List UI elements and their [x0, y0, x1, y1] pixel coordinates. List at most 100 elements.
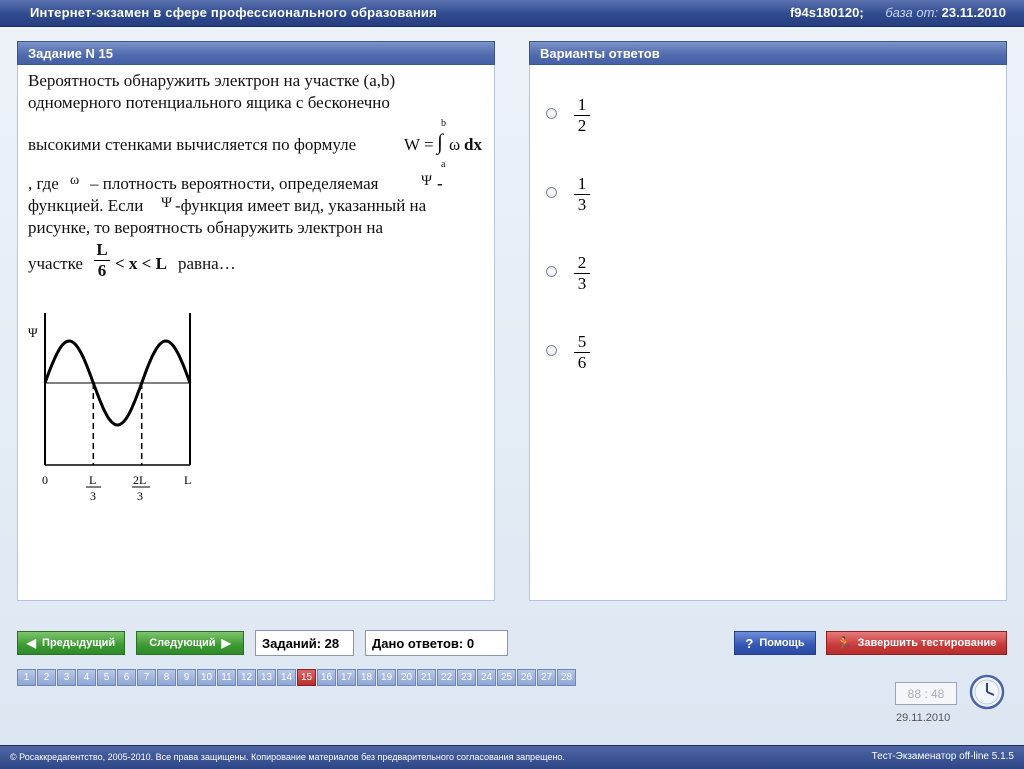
- page-button-20[interactable]: 20: [397, 669, 416, 686]
- origin-label: 0: [42, 473, 48, 487]
- task-panel: Задание N 15 Вероятность обнаружить элек…: [17, 41, 495, 601]
- task-line-1: Вероятность обнаружить электрон на участ…: [28, 71, 396, 90]
- page-button-12[interactable]: 12: [237, 669, 256, 686]
- next-label: Следующий: [149, 637, 216, 649]
- arrow-left-icon: ◀: [26, 636, 37, 650]
- page-button-24[interactable]: 24: [477, 669, 496, 686]
- task-line-4b: – плотность вероятности, определяемая: [90, 174, 379, 193]
- finish-test-button[interactable]: 🏃 Завершить тестирование: [826, 631, 1007, 655]
- help-icon: ?: [745, 635, 754, 651]
- formula-dx: dx: [464, 135, 482, 154]
- tick-2l3-numerator: 2L: [133, 473, 146, 487]
- session-id: f94s180120;: [789, 5, 864, 20]
- page-button-17[interactable]: 17: [337, 669, 356, 686]
- page-button-15[interactable]: 15: [297, 669, 316, 686]
- page-button-8[interactable]: 8: [157, 669, 176, 686]
- page-button-16[interactable]: 16: [317, 669, 336, 686]
- formula-upper-limit: b: [441, 118, 446, 129]
- answer-fraction: 5 6: [574, 332, 590, 373]
- task-title: Задание N 15: [17, 41, 495, 65]
- page-button-13[interactable]: 13: [257, 669, 276, 686]
- page-button-19[interactable]: 19: [377, 669, 396, 686]
- task-line-7a: участке: [28, 254, 83, 273]
- page-button-21[interactable]: 21: [417, 669, 436, 686]
- page-button-7[interactable]: 7: [137, 669, 156, 686]
- next-button[interactable]: Следующий ▶: [136, 631, 244, 655]
- radio-button[interactable]: [546, 266, 557, 277]
- formula-lower-limit: a: [441, 159, 446, 170]
- page-button-4[interactable]: 4: [77, 669, 96, 686]
- answers-panel: Варианты ответов 1 2 1 3 2 3 5 6: [529, 41, 1007, 601]
- answer-fraction: 1 2: [574, 95, 590, 136]
- page-button-9[interactable]: 9: [177, 669, 196, 686]
- page-button-14[interactable]: 14: [277, 669, 296, 686]
- page-button-2[interactable]: 2: [37, 669, 56, 686]
- page-button-1[interactable]: 1: [17, 669, 36, 686]
- omega-symbol: ω: [70, 173, 80, 188]
- page-button-27[interactable]: 27: [537, 669, 556, 686]
- page-button-23[interactable]: 23: [457, 669, 476, 686]
- session-info: f94s180120; база от: 23.11.2010: [790, 5, 1006, 20]
- task-line-4a: , где: [28, 174, 59, 193]
- radio-button[interactable]: [546, 108, 557, 119]
- base-label: база от:: [885, 5, 939, 20]
- page-button-25[interactable]: 25: [497, 669, 516, 686]
- current-date: 29.11.2010: [896, 712, 951, 724]
- interval-expression: < x < L: [115, 254, 167, 273]
- page-button-22[interactable]: 22: [437, 669, 456, 686]
- page-button-10[interactable]: 10: [197, 669, 216, 686]
- tick-2l3-denominator: 3: [137, 489, 143, 503]
- radio-button[interactable]: [546, 187, 557, 198]
- footer: © Росаккредагентство, 2005-2010. Все пра…: [0, 745, 1024, 769]
- answer-fraction: 1 3: [574, 174, 590, 215]
- task-line-4-dash: -: [437, 174, 443, 193]
- page-button-11[interactable]: 11: [217, 669, 236, 686]
- answers-body: 1 2 1 3 2 3 5 6: [529, 65, 1007, 601]
- answer-denominator: 2: [577, 116, 587, 135]
- answer-denominator: 3: [577, 195, 587, 214]
- task-page-list: 1 2 3 4 5 6 7 8 9 10 11 12 13 14 15 16 17 18 19 20 21 22 23 24 2…: [17, 669, 576, 686]
- answer-numerator: 5: [574, 332, 590, 353]
- task-line-5b: -функция имеет вид, указанный на: [175, 196, 427, 215]
- task-line-5a: функцией. Если: [28, 196, 144, 215]
- answers-title: Варианты ответов: [529, 41, 1007, 65]
- finish-label: Завершить тестирование: [857, 637, 997, 649]
- previous-label: Предыдущий: [42, 637, 116, 649]
- task-line-6: рисунке, то вероятность обнаружить элект…: [28, 218, 384, 237]
- page-button-26[interactable]: 26: [517, 669, 536, 686]
- integral-icon: ∫: [437, 129, 444, 154]
- end-label: L: [184, 473, 191, 487]
- app-title: Интернет-экзамен в сфере профессионально…: [30, 5, 437, 20]
- copyright-text: © Росаккредагентство, 2005-2010. Все пра…: [10, 752, 565, 762]
- running-man-icon: 🏃: [836, 636, 852, 650]
- fraction-denominator: 6: [97, 261, 107, 280]
- help-button[interactable]: ? Помощь: [734, 631, 816, 655]
- page-button-5[interactable]: 5: [97, 669, 116, 686]
- answer-numerator: 2: [574, 253, 590, 274]
- task-line-7b: равна…: [178, 254, 236, 273]
- page-button-6[interactable]: 6: [117, 669, 136, 686]
- tasks-counter: Заданий: 28: [255, 630, 354, 656]
- formula-omega: ω: [449, 135, 461, 154]
- radio-button[interactable]: [546, 345, 557, 356]
- y-axis-label: Ψ: [28, 325, 38, 340]
- previous-button[interactable]: ◀ Предыдущий: [17, 631, 125, 655]
- title-bar: Интернет-экзамен в сфере профессионально…: [0, 0, 1024, 27]
- arrow-right-icon: ▶: [221, 636, 231, 650]
- page-button-18[interactable]: 18: [357, 669, 376, 686]
- page-button-28[interactable]: 28: [557, 669, 576, 686]
- answers-counter: Дано ответов: 0: [365, 630, 508, 656]
- task-line-3: высокими стенками вычисляется по формуле: [28, 135, 357, 154]
- task-line-2: одномерного потенциального ящика с беско…: [28, 93, 390, 112]
- tick-l3-numerator: L: [89, 473, 96, 487]
- psi-symbol: Ψ: [421, 173, 433, 189]
- answer-denominator: 6: [577, 353, 587, 372]
- clock-icon: [969, 674, 1005, 710]
- help-label: Помощь: [759, 637, 805, 649]
- answer-numerator: 1: [574, 95, 590, 116]
- wave-function-graph: Ψ 0 L L 3 2L 3: [28, 313, 192, 503]
- page-button-3[interactable]: 3: [57, 669, 76, 686]
- fraction-numerator: L: [94, 240, 110, 261]
- base-date: 23.11.2010: [941, 5, 1006, 20]
- fraction-l-over-6: L 6: [94, 240, 110, 281]
